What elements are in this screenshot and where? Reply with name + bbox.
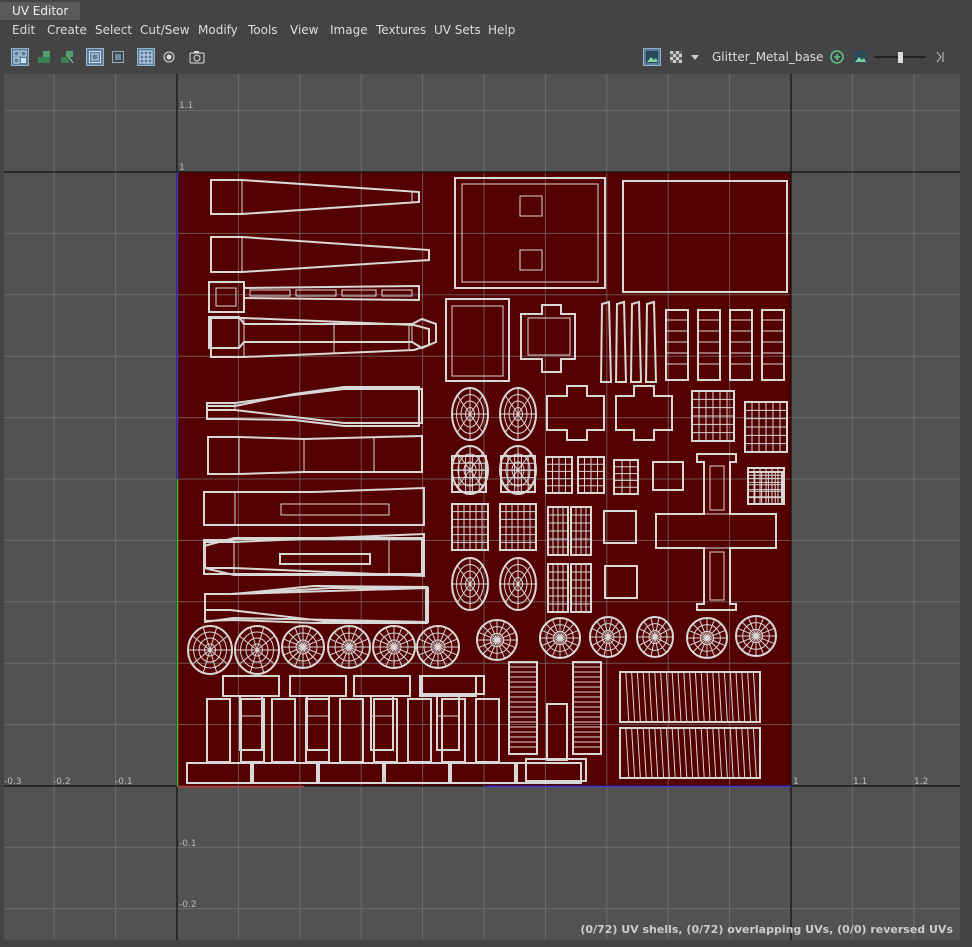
u-label-neg01: -0.1 [115, 777, 133, 787]
menu-help[interactable]: Help [488, 23, 515, 37]
dropdown-arrow-icon[interactable] [688, 48, 702, 66]
u-label-neg03: -0.3 [4, 777, 22, 787]
menu-image[interactable]: Image [330, 23, 368, 37]
u-label-neg02: -0.2 [53, 777, 71, 787]
v-label-11: 1.1 [179, 101, 193, 111]
u-label-1: 1 [793, 777, 799, 787]
uv-vertex-icon[interactable] [35, 48, 53, 66]
v-label-neg01: -0.1 [179, 839, 197, 849]
menu-textures[interactable]: Textures [376, 23, 426, 37]
texture-link-icon[interactable] [828, 48, 846, 66]
menu-edit[interactable]: Edit [12, 23, 35, 37]
exposure-icon[interactable] [851, 48, 869, 66]
menu-uv-sets[interactable]: UV Sets [434, 23, 481, 37]
image-display-icon[interactable] [643, 48, 661, 66]
uv-select-icon[interactable] [109, 48, 127, 66]
v-label-neg02: -0.2 [179, 900, 197, 910]
texture-name-field[interactable]: Glitter_Metal_basecolor [712, 50, 824, 64]
toolbar: Glitter_Metal_basecolor [0, 42, 972, 72]
snapshot-icon[interactable] [188, 48, 206, 66]
uv-shell-icon[interactable] [11, 48, 29, 66]
u-label-11: 1.1 [853, 777, 867, 787]
status-readout: (0/72) UV shells, (0/72) overlapping UVs… [580, 923, 953, 936]
menu-select[interactable]: Select [95, 23, 132, 37]
v-label-1: 1 [179, 163, 185, 173]
window-title-tab: UV Editor [0, 2, 81, 20]
uv-viewport[interactable]: -0.3 -0.2 -0.1 1 1.1 1.2 1.1 1 -0.1 -0.2 [4, 74, 960, 940]
expand-toolbar-icon[interactable] [932, 48, 950, 66]
menu-create[interactable]: Create [47, 23, 87, 37]
menu-view[interactable]: View [290, 23, 318, 37]
exposure-slider-handle[interactable] [898, 52, 903, 63]
exposure-slider[interactable] [874, 52, 926, 63]
uv-face-icon[interactable] [86, 48, 104, 66]
grid-icon[interactable] [137, 48, 155, 66]
window-titlebar: UV Editor [0, 0, 972, 20]
menu-tools[interactable]: Tools [248, 23, 278, 37]
u-label-12: 1.2 [914, 777, 928, 787]
menu-cut-sew[interactable]: Cut/Sew [140, 23, 190, 37]
uv-edge-icon[interactable] [58, 48, 76, 66]
isolate-icon[interactable] [160, 48, 178, 66]
menu-bar: Edit Create Select Cut/Sew Modify Tools … [0, 20, 972, 42]
checker-icon[interactable] [667, 48, 685, 66]
menu-modify[interactable]: Modify [198, 23, 238, 37]
